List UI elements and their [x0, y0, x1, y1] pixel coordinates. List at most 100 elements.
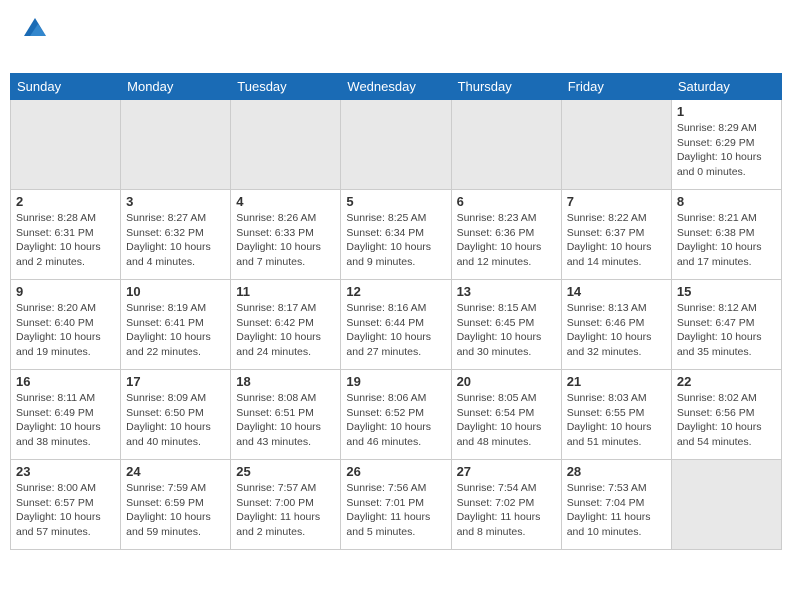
calendar-cell: 12 Sunrise: 8:16 AM Sunset: 6:44 PM Dayli…	[341, 280, 451, 370]
day-info: Sunrise: 8:03 AM Sunset: 6:55 PM Dayligh…	[567, 391, 666, 450]
calendar-cell: 24 Sunrise: 7:59 AM Sunset: 6:59 PM Dayli…	[121, 460, 231, 550]
day-info: Sunrise: 8:00 AM Sunset: 6:57 PM Dayligh…	[16, 481, 115, 540]
calendar-cell: 21 Sunrise: 8:03 AM Sunset: 6:55 PM Dayli…	[561, 370, 671, 460]
calendar-week-1: 2Sunrise: 8:28 AM Sunset: 6:31 PM Daylig…	[11, 190, 782, 280]
calendar-cell: 17 Sunrise: 8:09 AM Sunset: 6:50 PM Dayli…	[121, 370, 231, 460]
day-number: 11	[236, 284, 335, 299]
day-info: Sunrise: 8:26 AM Sunset: 6:33 PM Dayligh…	[236, 211, 335, 270]
day-info: Sunrise: 8:25 AM Sunset: 6:34 PM Dayligh…	[346, 211, 445, 270]
day-number: 10	[126, 284, 225, 299]
calendar-cell	[451, 100, 561, 190]
day-number: 8	[677, 194, 776, 209]
day-number: 21	[567, 374, 666, 389]
calendar-cell: 20 Sunrise: 8:05 AM Sunset: 6:54 PM Dayli…	[451, 370, 561, 460]
calendar-cell: 6 Sunrise: 8:23 AM Sunset: 6:36 PM Daylig…	[451, 190, 561, 280]
calendar-cell: 14Sunrise: 8:13 AM Sunset: 6:46 PM Dayli…	[561, 280, 671, 370]
day-info: Sunrise: 8:08 AM Sunset: 6:51 PM Dayligh…	[236, 391, 335, 450]
calendar-cell	[341, 100, 451, 190]
calendar-week-4: 23 Sunrise: 8:00 AM Sunset: 6:57 PM Dayli…	[11, 460, 782, 550]
calendar-cell: 5 Sunrise: 8:25 AM Sunset: 6:34 PM Daylig…	[341, 190, 451, 280]
day-number: 26	[346, 464, 445, 479]
logo-icon	[22, 16, 48, 42]
calendar-cell	[231, 100, 341, 190]
calendar-cell	[121, 100, 231, 190]
day-number: 17	[126, 374, 225, 389]
calendar-cell: 2Sunrise: 8:28 AM Sunset: 6:31 PM Daylig…	[11, 190, 121, 280]
calendar-cell: 4Sunrise: 8:26 AM Sunset: 6:33 PM Daylig…	[231, 190, 341, 280]
calendar-cell: 22 Sunrise: 8:02 AM Sunset: 6:56 PM Dayli…	[671, 370, 781, 460]
weekday-header-thursday: Thursday	[451, 74, 561, 100]
calendar-cell: 18 Sunrise: 8:08 AM Sunset: 6:51 PM Dayli…	[231, 370, 341, 460]
day-number: 9	[16, 284, 115, 299]
calendar-week-0: 1Sunrise: 8:29 AM Sunset: 6:29 PM Daylig…	[11, 100, 782, 190]
calendar-cell: 19 Sunrise: 8:06 AM Sunset: 6:52 PM Dayli…	[341, 370, 451, 460]
day-number: 20	[457, 374, 556, 389]
day-info: Sunrise: 7:57 AM Sunset: 7:00 PM Dayligh…	[236, 481, 335, 540]
day-info: Sunrise: 8:19 AM Sunset: 6:41 PM Dayligh…	[126, 301, 225, 360]
calendar-cell: 23 Sunrise: 8:00 AM Sunset: 6:57 PM Dayli…	[11, 460, 121, 550]
day-info: Sunrise: 8:06 AM Sunset: 6:52 PM Dayligh…	[346, 391, 445, 450]
day-info: Sunrise: 7:53 AM Sunset: 7:04 PM Dayligh…	[567, 481, 666, 540]
day-number: 28	[567, 464, 666, 479]
day-info: Sunrise: 8:15 AM Sunset: 6:45 PM Dayligh…	[457, 301, 556, 360]
page-header	[0, 0, 792, 73]
day-number: 24	[126, 464, 225, 479]
calendar-cell	[11, 100, 121, 190]
weekday-header-monday: Monday	[121, 74, 231, 100]
page-wrapper: SundayMondayTuesdayWednesdayThursdayFrid…	[0, 0, 792, 550]
day-number: 12	[346, 284, 445, 299]
day-number: 13	[457, 284, 556, 299]
day-info: Sunrise: 8:27 AM Sunset: 6:32 PM Dayligh…	[126, 211, 225, 270]
weekday-header-saturday: Saturday	[671, 74, 781, 100]
calendar-cell	[561, 100, 671, 190]
calendar-cell: 8 Sunrise: 8:21 AM Sunset: 6:38 PM Daylig…	[671, 190, 781, 280]
calendar-cell: 16 Sunrise: 8:11 AM Sunset: 6:49 PM Dayli…	[11, 370, 121, 460]
day-number: 23	[16, 464, 115, 479]
calendar-header-row: SundayMondayTuesdayWednesdayThursdayFrid…	[11, 74, 782, 100]
day-number: 22	[677, 374, 776, 389]
calendar-cell: 15Sunrise: 8:12 AM Sunset: 6:47 PM Dayli…	[671, 280, 781, 370]
calendar-week-2: 9 Sunrise: 8:20 AM Sunset: 6:40 PM Daylig…	[11, 280, 782, 370]
calendar-cell: 28 Sunrise: 7:53 AM Sunset: 7:04 PM Dayli…	[561, 460, 671, 550]
day-info: Sunrise: 7:56 AM Sunset: 7:01 PM Dayligh…	[346, 481, 445, 540]
day-info: Sunrise: 8:16 AM Sunset: 6:44 PM Dayligh…	[346, 301, 445, 360]
day-info: Sunrise: 8:28 AM Sunset: 6:31 PM Dayligh…	[16, 211, 115, 270]
calendar-cell: 13 Sunrise: 8:15 AM Sunset: 6:45 PM Dayli…	[451, 280, 561, 370]
calendar-cell: 3 Sunrise: 8:27 AM Sunset: 6:32 PM Daylig…	[121, 190, 231, 280]
weekday-header-tuesday: Tuesday	[231, 74, 341, 100]
calendar-cell: 11 Sunrise: 8:17 AM Sunset: 6:42 PM Dayli…	[231, 280, 341, 370]
weekday-header-wednesday: Wednesday	[341, 74, 451, 100]
day-number: 1	[677, 104, 776, 119]
calendar-cell: 7Sunrise: 8:22 AM Sunset: 6:37 PM Daylig…	[561, 190, 671, 280]
weekday-header-friday: Friday	[561, 74, 671, 100]
day-info: Sunrise: 7:59 AM Sunset: 6:59 PM Dayligh…	[126, 481, 225, 540]
calendar-cell: 27 Sunrise: 7:54 AM Sunset: 7:02 PM Dayli…	[451, 460, 561, 550]
day-number: 19	[346, 374, 445, 389]
day-info: Sunrise: 8:05 AM Sunset: 6:54 PM Dayligh…	[457, 391, 556, 450]
day-info: Sunrise: 8:20 AM Sunset: 6:40 PM Dayligh…	[16, 301, 115, 360]
day-info: Sunrise: 7:54 AM Sunset: 7:02 PM Dayligh…	[457, 481, 556, 540]
day-info: Sunrise: 8:02 AM Sunset: 6:56 PM Dayligh…	[677, 391, 776, 450]
calendar-table: SundayMondayTuesdayWednesdayThursdayFrid…	[10, 73, 782, 550]
calendar-cell	[671, 460, 781, 550]
calendar-week-3: 16 Sunrise: 8:11 AM Sunset: 6:49 PM Dayli…	[11, 370, 782, 460]
day-info: Sunrise: 8:17 AM Sunset: 6:42 PM Dayligh…	[236, 301, 335, 360]
day-number: 5	[346, 194, 445, 209]
day-number: 16	[16, 374, 115, 389]
weekday-header-sunday: Sunday	[11, 74, 121, 100]
calendar-cell: 25 Sunrise: 7:57 AM Sunset: 7:00 PM Dayli…	[231, 460, 341, 550]
calendar-cell: 26 Sunrise: 7:56 AM Sunset: 7:01 PM Dayli…	[341, 460, 451, 550]
day-number: 27	[457, 464, 556, 479]
day-info: Sunrise: 8:11 AM Sunset: 6:49 PM Dayligh…	[16, 391, 115, 450]
day-info: Sunrise: 8:13 AM Sunset: 6:46 PM Dayligh…	[567, 301, 666, 360]
day-info: Sunrise: 8:23 AM Sunset: 6:36 PM Dayligh…	[457, 211, 556, 270]
day-info: Sunrise: 8:21 AM Sunset: 6:38 PM Dayligh…	[677, 211, 776, 270]
day-number: 18	[236, 374, 335, 389]
day-info: Sunrise: 8:09 AM Sunset: 6:50 PM Dayligh…	[126, 391, 225, 450]
day-number: 25	[236, 464, 335, 479]
logo	[20, 16, 48, 65]
calendar-cell: 10 Sunrise: 8:19 AM Sunset: 6:41 PM Dayli…	[121, 280, 231, 370]
day-number: 6	[457, 194, 556, 209]
day-info: Sunrise: 8:22 AM Sunset: 6:37 PM Dayligh…	[567, 211, 666, 270]
day-number: 3	[126, 194, 225, 209]
